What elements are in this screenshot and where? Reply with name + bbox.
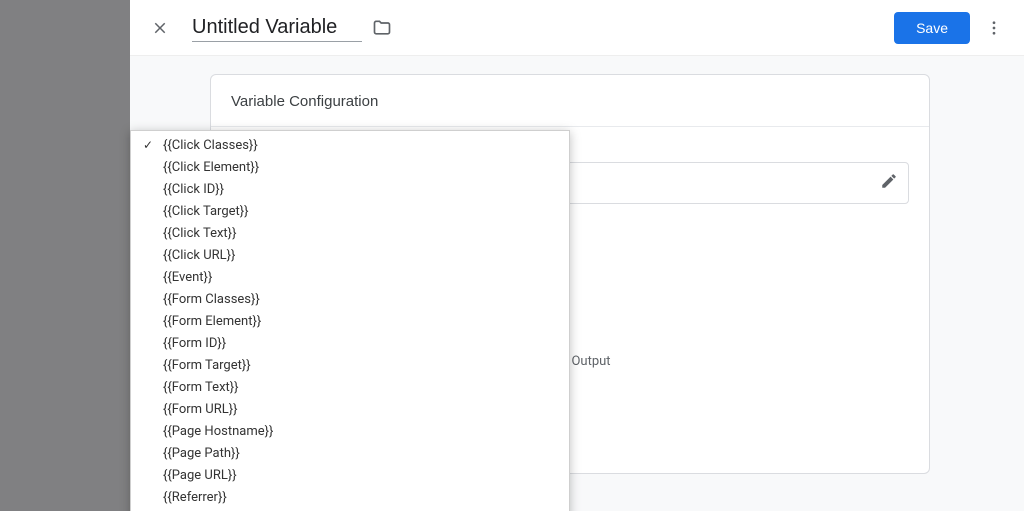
menu-item[interactable]: {{Click Classes}} (131, 135, 569, 157)
menu-item[interactable]: {{Page Path}} (131, 443, 569, 465)
menu-item[interactable]: {{Form Text}} (131, 377, 569, 399)
card-title: Variable Configuration (211, 75, 929, 127)
more-button[interactable] (978, 12, 1010, 44)
save-button[interactable]: Save (894, 12, 970, 44)
variable-picker-menu: {{Click Classes}}{{Click Element}}{{Clic… (130, 130, 570, 511)
variable-name-input[interactable] (192, 14, 362, 42)
menu-item[interactable]: {{Click ID}} (131, 179, 569, 201)
menu-item[interactable]: {{Form Classes}} (131, 289, 569, 311)
more-vert-icon (985, 19, 1003, 37)
menu-item[interactable]: {{Click URL}} (131, 245, 569, 267)
menu-item[interactable]: {{Form Element}} (131, 311, 569, 333)
menu-item[interactable]: {{Click Element}} (131, 157, 569, 179)
menu-item[interactable]: {{Referrer}} (131, 487, 569, 509)
folder-icon[interactable] (372, 18, 392, 38)
menu-item[interactable]: {{Event}} (131, 267, 569, 289)
menu-item[interactable]: {{Form ID}} (131, 333, 569, 355)
menu-item[interactable]: {{Page Hostname}} (131, 421, 569, 443)
menu-item[interactable]: {{Form Target}} (131, 355, 569, 377)
menu-item[interactable]: {{Form URL}} (131, 399, 569, 421)
edit-button[interactable] (880, 172, 898, 194)
pencil-icon (880, 172, 898, 190)
menu-item[interactable]: {{Page URL}} (131, 465, 569, 487)
close-icon (151, 19, 169, 37)
menu-item[interactable]: {{Click Target}} (131, 201, 569, 223)
close-button[interactable] (144, 12, 176, 44)
panel-header: Save (130, 0, 1024, 56)
slideout-panel: Save Variable Configuration Variable Typ… (130, 0, 1024, 511)
menu-item[interactable]: {{Click Text}} (131, 223, 569, 245)
backdrop-overlay (0, 0, 130, 511)
